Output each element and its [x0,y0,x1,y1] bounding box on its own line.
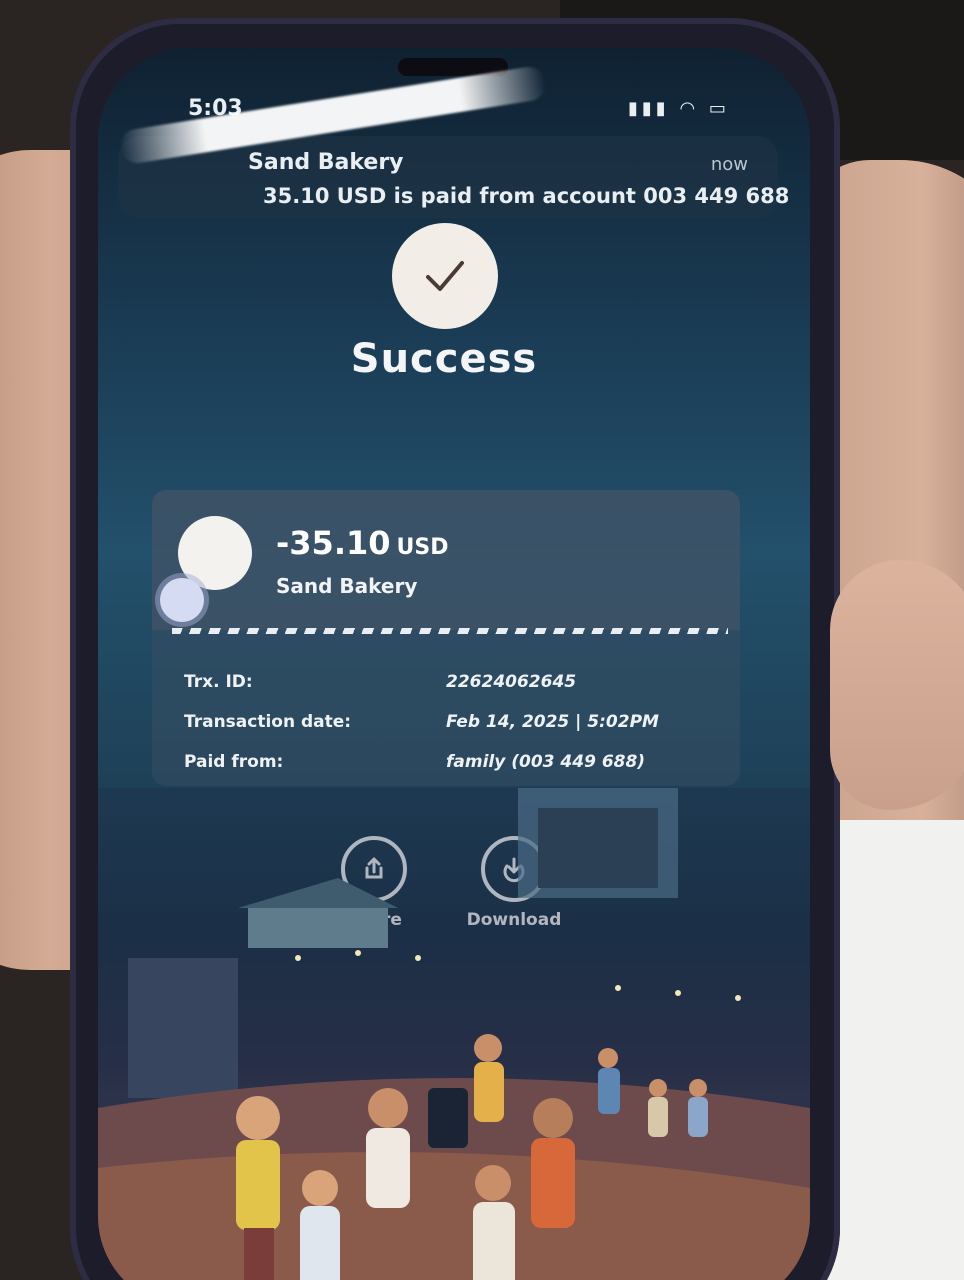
status-icons: ▮▮▮ ◠ ▭ [628,98,730,119]
transaction-amount: -35.10 USD [276,524,448,562]
signal-icon: ▮▮▮ [628,98,670,119]
photo-scene: 5:03 ▮▮▮ ◠ ▭ Sand Bakery now 35.10 USD i… [0,0,964,1280]
amount-value: -35.10 [276,524,391,562]
detail-row-paid-from: Paid from: family (003 449 688) [184,752,724,778]
detail-value: Feb 14, 2025 | 5:02PM [446,712,659,732]
detail-label: Paid from: [184,752,284,772]
background-paper [820,820,964,1280]
amount-currency: USD [396,535,449,560]
checkmark-icon [426,261,464,291]
notification-time: now [710,154,748,175]
transaction-card: -35.10 USD Sand Bakery Trx. ID: 226240626… [152,490,740,786]
phone-screen: 5:03 ▮▮▮ ◠ ▭ Sand Bakery now 35.10 USD i… [98,48,810,1280]
ticket-perforation [172,628,728,634]
merchant-name: Sand Bakery [276,574,418,598]
detail-value: 22624062645 [446,672,577,692]
detail-row-date: Transaction date: Feb 14, 2025 | 5:02PM [184,712,724,738]
detail-label: Transaction date: [184,712,352,732]
right-thumb [830,560,964,810]
detail-value: family (003 449 688) [446,752,646,772]
notification-body: 35.10 USD is paid from account 003 449 6… [263,184,790,208]
battery-icon: ▭ [708,98,730,119]
floating-bubble[interactable] [160,578,204,622]
transaction-summary: -35.10 USD Sand Bakery [152,490,740,630]
notification-title: Sand Bakery [248,150,404,175]
festival-illustration [98,788,810,1280]
detail-row-trx-id: Trx. ID: 22624062645 [184,672,724,698]
success-badge [392,223,498,329]
result-title: Success [350,336,538,382]
detail-label: Trx. ID: [184,672,253,692]
wifi-icon: ◠ [679,98,700,119]
